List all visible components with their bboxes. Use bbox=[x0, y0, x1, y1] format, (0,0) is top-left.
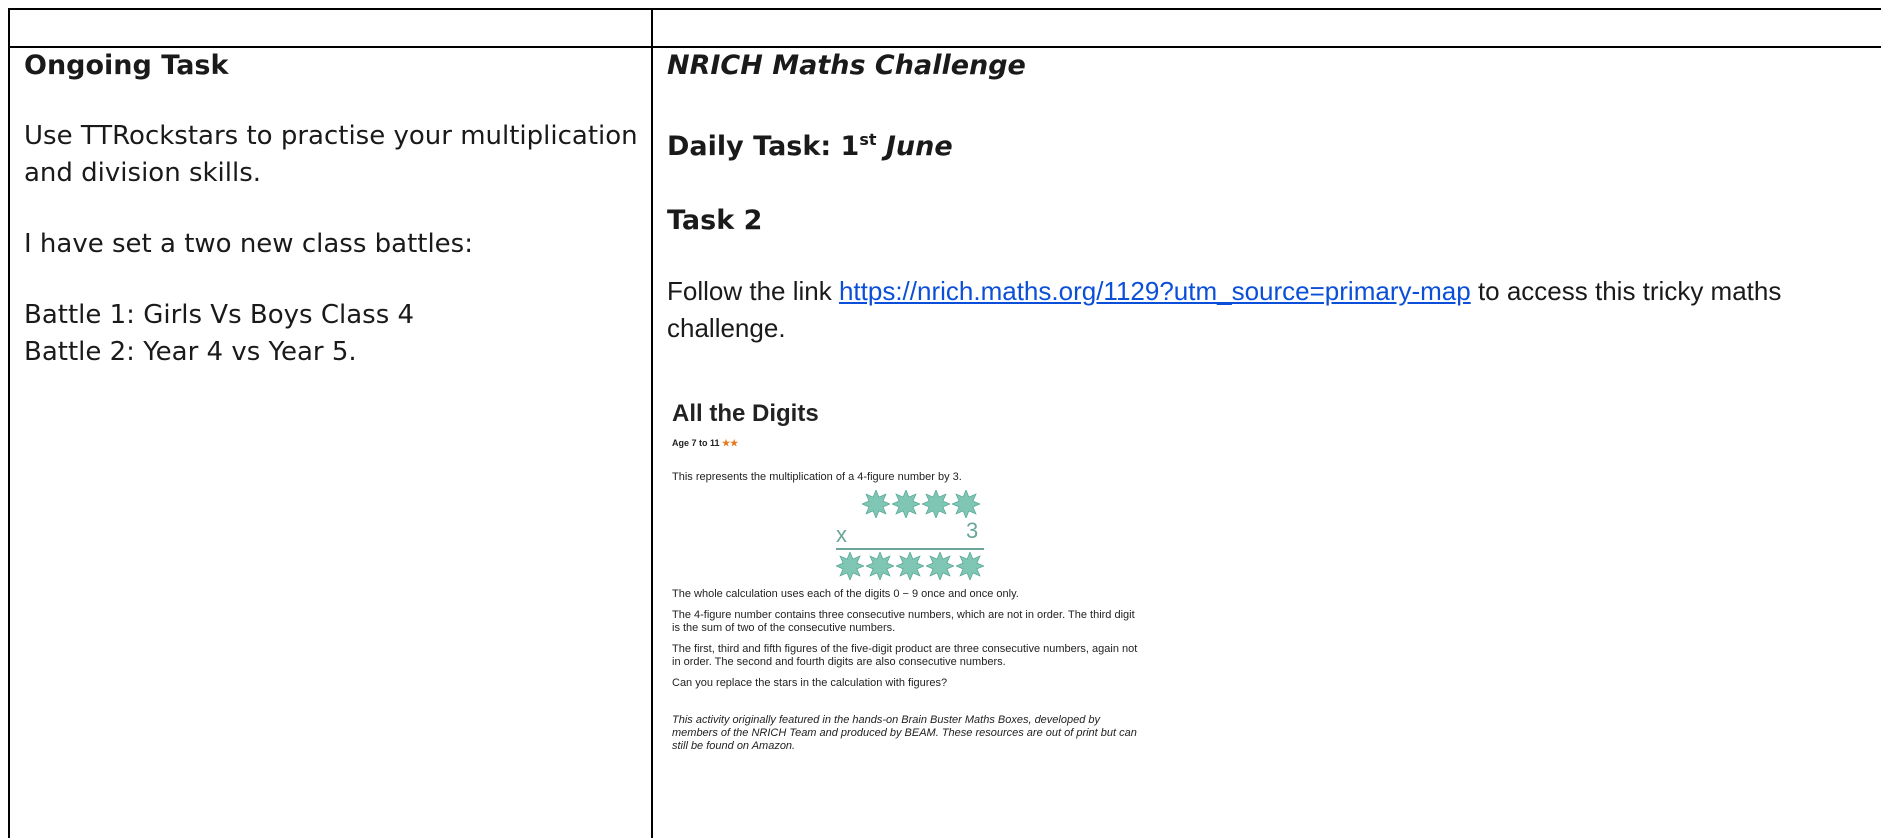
task-2-heading: Task 2 bbox=[667, 205, 763, 236]
daily-task-heading: Daily Task: 1st June bbox=[667, 122, 1872, 165]
star-placeholder-icon bbox=[864, 550, 896, 585]
nrich-para-4: Can you replace the stars in the calcula… bbox=[672, 677, 948, 689]
nrich-title: NRICH Maths Challenge bbox=[667, 50, 1026, 81]
battles-intro: I have set a two new class battles: bbox=[24, 229, 473, 259]
calculation-line bbox=[836, 548, 984, 550]
multiplication-diagram: x 3 bbox=[672, 488, 1142, 585]
five-star-row bbox=[834, 550, 986, 585]
daily-task-sup: st bbox=[859, 130, 877, 149]
nrich-para-1: The whole calculation uses each of the d… bbox=[672, 588, 1019, 600]
nrich-intro: This represents the multiplication of a … bbox=[672, 471, 962, 483]
ttrockstars-instruction: Use TTRockstars to practise your multipl… bbox=[24, 121, 638, 188]
daily-task-prefix: Daily Task: 1 bbox=[667, 131, 860, 162]
nrich-para-2: The 4-figure number contains three conse… bbox=[672, 609, 1135, 634]
star-placeholder-icon bbox=[860, 488, 892, 523]
battle-2: Battle 2: Year 4 vs Year 5. bbox=[24, 337, 357, 367]
battle-1: Battle 1: Girls Vs Boys Class 4 bbox=[24, 300, 415, 330]
four-star-row bbox=[860, 488, 982, 523]
times-sign: x bbox=[836, 522, 847, 547]
age-text: Age 7 to 11 bbox=[672, 438, 720, 448]
star-placeholder-icon bbox=[834, 550, 866, 585]
multiplier-three: 3 bbox=[966, 518, 979, 543]
nrich-problem-title: All the Digits bbox=[672, 400, 819, 427]
column-divider bbox=[651, 8, 653, 838]
daily-task-date: June bbox=[876, 131, 953, 162]
nrich-para-3: The first, third and fifth figures of th… bbox=[672, 643, 1138, 668]
nrich-footnote: This activity originally featured in the… bbox=[672, 714, 1137, 752]
star-placeholder-icon bbox=[954, 550, 986, 585]
star-placeholder-icon bbox=[920, 488, 952, 523]
nrich-link[interactable]: https://nrich.maths.org/1129?utm_source=… bbox=[839, 276, 1471, 306]
star-placeholder-icon bbox=[894, 550, 926, 585]
nrich-challenge-cell: NRICH Maths Challenge Daily Task: 1st Ju… bbox=[667, 48, 1872, 347]
ongoing-task-title: Ongoing Task bbox=[24, 50, 229, 81]
follow-prefix: Follow the link bbox=[667, 276, 839, 306]
star-placeholder-icon bbox=[890, 488, 922, 523]
ongoing-task-cell: Ongoing Task Use TTRockstars to practise… bbox=[24, 48, 644, 371]
difficulty-stars-icon: ★★ bbox=[722, 438, 739, 448]
age-range: Age 7 to 11 ★★ bbox=[672, 438, 1142, 449]
follow-link-text: Follow the link https://nrich.maths.org/… bbox=[667, 273, 1872, 347]
star-placeholder-icon bbox=[924, 550, 956, 585]
nrich-screenshot: All the Digits Age 7 to 11 ★★ This repre… bbox=[672, 400, 1142, 761]
